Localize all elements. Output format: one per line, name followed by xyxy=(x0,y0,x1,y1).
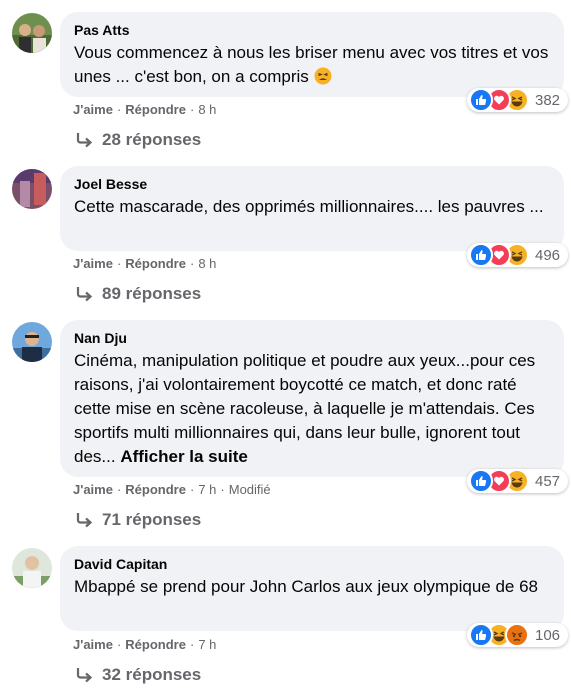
like-link[interactable]: J'aime xyxy=(73,637,113,652)
reply-link[interactable]: Répondre xyxy=(125,637,186,652)
comment-actions: J'aime · Répondre · 7 h · Modifié xyxy=(73,482,271,497)
like-link[interactable]: J'aime xyxy=(73,256,113,271)
reactions-summary[interactable]: 106 xyxy=(467,623,569,647)
reply-arrow-icon xyxy=(76,513,93,528)
comment-author[interactable]: David Capitan xyxy=(74,555,550,573)
comment-author[interactable]: Pas Atts xyxy=(74,21,550,39)
comment-text-body: Vous commencez à nous les briser menu av… xyxy=(74,43,549,86)
like-reaction-icon xyxy=(469,623,493,647)
comment-author[interactable]: Joel Besse xyxy=(74,175,550,193)
view-replies-link[interactable]: 32 réponses xyxy=(74,665,201,685)
comment-text: Mbappé se prend pour John Carlos aux jeu… xyxy=(74,577,539,596)
replies-count[interactable]: 32 réponses xyxy=(102,665,201,685)
view-replies-link[interactable]: 71 réponses xyxy=(74,510,201,530)
comment-author[interactable]: Nan Dju xyxy=(74,329,550,347)
reaction-count: 496 xyxy=(535,246,561,264)
replies-count[interactable]: 71 réponses xyxy=(102,510,201,530)
reply-link[interactable]: Répondre xyxy=(125,482,186,497)
avatar[interactable] xyxy=(12,322,52,362)
reply-arrow-icon xyxy=(76,668,93,683)
reply-arrow-icon xyxy=(76,287,93,302)
replies-count[interactable]: 89 réponses xyxy=(102,284,201,304)
view-replies-link[interactable]: 89 réponses xyxy=(74,284,201,304)
timestamp[interactable]: 7 h xyxy=(198,482,216,497)
timestamp[interactable]: 7 h xyxy=(198,637,216,652)
reaction-count: 457 xyxy=(535,472,561,490)
reply-link[interactable]: Répondre xyxy=(125,102,186,117)
comment-text: Vous commencez à nous les briser menu av… xyxy=(74,41,550,89)
comment-text: Cette mascarade, des opprimés millionnai… xyxy=(74,197,544,216)
comment-actions: J'aime · Répondre · 7 h xyxy=(73,637,217,652)
comment-actions: J'aime · Répondre · 8 h xyxy=(73,102,217,117)
timestamp[interactable]: 8 h xyxy=(198,256,216,271)
like-reaction-icon xyxy=(469,88,493,112)
view-replies-link[interactable]: 28 réponses xyxy=(74,130,201,150)
comment-bubble: David Capitan Mbappé se prend pour John … xyxy=(60,546,564,631)
like-reaction-icon xyxy=(469,243,493,267)
comment-bubble: Nan Dju Cinéma, manipulation politique e… xyxy=(60,320,564,477)
comment-bubble: Pas Atts Vous commencez à nous les brise… xyxy=(60,12,564,97)
edited-label[interactable]: Modifié xyxy=(229,482,271,497)
comment-text: Cinéma, manipulation politique et poudre… xyxy=(74,349,550,469)
reactions-summary[interactable]: 496 xyxy=(467,243,569,267)
like-reaction-icon xyxy=(469,469,493,493)
reaction-count: 382 xyxy=(535,91,561,109)
reaction-count: 106 xyxy=(535,626,561,644)
reactions-summary[interactable]: 457 xyxy=(467,469,569,493)
timestamp[interactable]: 8 h xyxy=(198,102,216,117)
tired-face-emoji-icon xyxy=(314,67,332,85)
reply-link[interactable]: Répondre xyxy=(125,256,186,271)
reply-arrow-icon xyxy=(76,133,93,148)
angry-reaction-icon xyxy=(505,623,529,647)
reactions-summary[interactable]: 382 xyxy=(467,88,569,112)
comment-bubble: Joel Besse Cette mascarade, des opprimés… xyxy=(60,166,564,251)
avatar[interactable] xyxy=(12,169,52,209)
avatar[interactable] xyxy=(12,13,52,53)
see-more-link[interactable]: Afficher la suite xyxy=(120,447,248,466)
replies-count[interactable]: 28 réponses xyxy=(102,130,201,150)
like-link[interactable]: J'aime xyxy=(73,482,113,497)
comment-actions: J'aime · Répondre · 8 h xyxy=(73,256,217,271)
avatar[interactable] xyxy=(12,548,52,588)
like-link[interactable]: J'aime xyxy=(73,102,113,117)
